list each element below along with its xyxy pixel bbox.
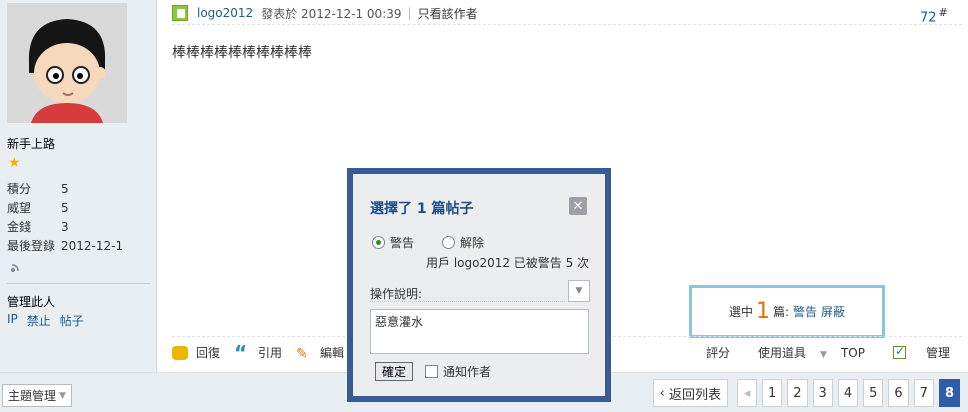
chevron-down-icon: ▼: [820, 350, 827, 360]
edit-label: 編輯: [320, 346, 345, 360]
stat-label: 威望: [7, 201, 32, 215]
manage-checkbox[interactable]: 管理: [879, 344, 950, 361]
page-button[interactable]: 5: [863, 379, 884, 407]
header-separator: |: [407, 6, 412, 20]
online-user-icon: [172, 5, 188, 21]
selected-count: 1: [755, 299, 770, 324]
manage-ip-link[interactable]: IP: [7, 312, 18, 329]
page-button[interactable]: 4: [837, 379, 859, 407]
thread-manage-label: 主題管理: [8, 389, 57, 403]
stat-value: 2012-12-1: [61, 239, 124, 253]
checkbox-checked-icon: [892, 344, 906, 359]
dialog-title: 選擇了 1 篇帖子: [370, 201, 474, 217]
floor-number[interactable]: 72 #: [920, 6, 948, 25]
block-link[interactable]: 屏蔽: [821, 303, 845, 320]
stat-row: 積分 5: [7, 180, 123, 199]
unwarn-radio[interactable]: [442, 236, 456, 249]
star-icon: ★: [8, 155, 21, 171]
warn-link[interactable]: 警告: [793, 303, 817, 320]
page-button[interactable]: 7: [913, 379, 934, 407]
avatar[interactable]: [7, 3, 127, 123]
stat-label: 最後登錄: [7, 239, 56, 253]
header-divider: [172, 24, 962, 25]
back-arrow-icon: ‹: [659, 385, 669, 401]
warn-count-text: 用戶 logo2012 已被警告 5 次: [426, 256, 590, 270]
back-to-list-button[interactable]: ‹ 返回列表: [652, 379, 728, 407]
prev-page-button[interactable]: ◂: [736, 379, 757, 407]
quote-icon: “: [234, 340, 248, 365]
reason-label: 操作說明:: [370, 287, 423, 301]
rate-button[interactable]: 評分: [706, 344, 730, 361]
pencil-icon: ✎: [296, 345, 308, 362]
quote-button[interactable]: “ 引用: [234, 340, 283, 365]
post-time: 發表於 2012-12-1 00:39: [261, 6, 402, 21]
use-tools-label: 使用道具: [758, 346, 807, 360]
stat-row: 威望 5: [7, 199, 123, 218]
notify-author-checkbox[interactable]: [425, 365, 438, 378]
reason-textarea[interactable]: 惡意灌水: [370, 309, 589, 354]
manage-posts-link[interactable]: 帖子: [60, 312, 84, 329]
warn-radio[interactable]: [372, 236, 385, 249]
author-name-link[interactable]: logo2012: [197, 6, 253, 20]
selected-suffix: 篇:: [772, 305, 790, 319]
stat-value: 5: [61, 182, 69, 196]
manage-label: 管理: [925, 346, 950, 360]
notify-author-label: 通知作者: [443, 365, 492, 379]
page-button[interactable]: 6: [888, 379, 909, 407]
post-actions: 回復 “ 引用 ✎ 編輯: [172, 340, 358, 365]
reply-button[interactable]: 回復: [172, 344, 220, 361]
page-button[interactable]: 1: [761, 379, 783, 407]
chevron-down-icon: ▼: [59, 390, 66, 401]
manage-ban-link[interactable]: 禁止: [27, 312, 51, 329]
reason-dropdown[interactable]: ▼: [568, 280, 590, 302]
stat-label: 積分: [7, 182, 32, 196]
reply-label: 回復: [196, 346, 221, 360]
unwarn-radio-label: 解除: [460, 236, 485, 250]
post-content: 棒棒棒棒棒棒棒棒棒棒: [172, 45, 312, 61]
sidebar-divider: [7, 283, 150, 284]
user-title: 新手上路: [7, 137, 56, 151]
close-icon[interactable]: ✕: [569, 197, 587, 215]
warn-radio-label: 警告: [390, 236, 415, 250]
stat-value: 5: [61, 201, 69, 215]
reply-icon: [172, 345, 188, 360]
action-radio-group: 警告 解除: [372, 234, 512, 251]
edit-button[interactable]: ✎ 編輯: [296, 344, 345, 362]
post-right-actions: 評分 使用道具 ▼ TOP 管理: [692, 344, 950, 361]
page-button[interactable]: 2: [787, 379, 808, 407]
manage-user-links: IP 禁止 帖子: [7, 312, 84, 329]
top-link[interactable]: TOP: [841, 346, 865, 360]
chevron-down-icon: ▼: [575, 286, 583, 296]
quote-label: 引用: [258, 346, 283, 360]
confirm-button[interactable]: 確定: [375, 362, 414, 381]
author-sidebar: 新手上路 ★ 積分 5 威望 5 金錢 3 最後登錄 2012-12-1 管理此人 IP…: [0, 0, 157, 372]
stat-row: 金錢 3: [7, 218, 123, 237]
chevron-left-icon: ◂: [743, 385, 751, 401]
thread-manage-dropdown[interactable]: 主題管理 ▼: [2, 384, 72, 407]
user-stats: 積分 5 威望 5 金錢 3 最後登錄 2012-12-1: [7, 180, 123, 256]
current-page-button[interactable]: 8: [938, 379, 960, 407]
moderation-dialog: 選擇了 1 篇帖子 ✕ 警告 解除 用戶 logo2012 已被警告 5 次 操…: [347, 168, 611, 402]
floor-suffix: #: [938, 6, 948, 19]
post-header: logo2012 發表於 2012-12-1 00:39 | 只看該作者: [172, 4, 478, 22]
selected-prefix: 選中: [728, 305, 753, 319]
rss-icon[interactable]: [9, 262, 21, 274]
stat-value: 3: [61, 220, 69, 234]
selected-posts-box: 選中 1 篇: 警告 屏蔽: [689, 285, 885, 338]
manage-user-title: 管理此人: [7, 295, 56, 309]
stat-label: 金錢: [7, 220, 32, 234]
page-button[interactable]: 3: [812, 379, 833, 407]
avatar-image: [7, 3, 127, 123]
pagination: ‹ 返回列表 ◂ 1 2 3 4 5 6 7 8: [652, 379, 960, 407]
back-label: 返回列表: [668, 387, 721, 403]
only-author-link[interactable]: 只看該作者: [418, 5, 478, 22]
notify-author-option: 通知作者: [425, 363, 491, 380]
reason-divider: [370, 301, 565, 302]
stat-row: 最後登錄 2012-12-1: [7, 237, 123, 256]
use-tools-dropdown[interactable]: 使用道具 ▼: [744, 344, 827, 361]
